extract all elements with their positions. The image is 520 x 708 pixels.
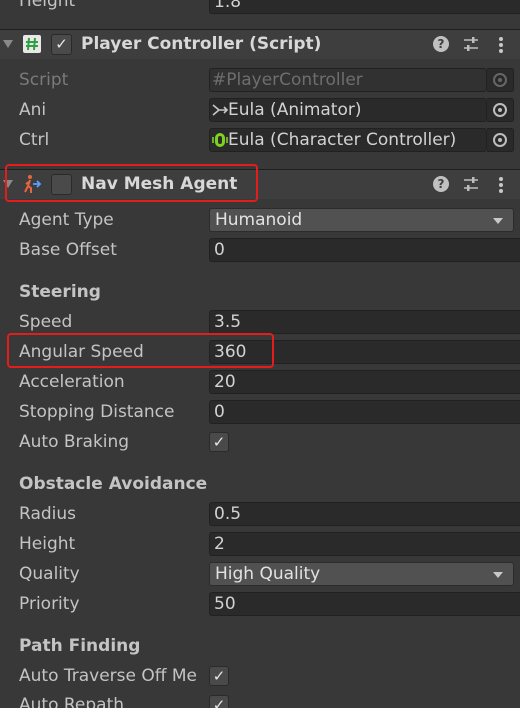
radius-field[interactable]: 0.5 [209,502,520,526]
foldout-arrow-icon[interactable] [3,180,13,188]
ctrl-object-picker[interactable] [487,128,514,152]
script-object-picker [487,68,514,92]
auto-braking-checkbox[interactable]: ✓ [209,432,229,452]
auto-repath-checkbox[interactable]: ✓ [209,695,229,708]
quality-label: Quality [19,564,80,584]
presets-sliders-icon[interactable] [463,176,479,192]
height-label: Height [19,534,76,554]
acceleration-label: Acceleration [19,372,125,392]
height-field[interactable]: 2 [209,532,520,556]
speed-label: Speed [19,312,73,332]
player-controller-enabled-checkbox[interactable]: ✓ [51,34,72,55]
quality-dropdown[interactable]: High Quality [209,562,514,586]
script-field: #PlayerController [209,68,487,92]
chevron-down-icon [493,218,503,224]
kebab-menu-icon[interactable] [494,35,508,55]
base-offset-label: Base Offset [19,240,117,260]
player-controller-header[interactable]: ✓ Player Controller (Script) ? [0,29,520,59]
character-controller-icon [212,133,228,147]
obstacle-avoidance-section-title: Obstacle Avoidance [19,474,208,494]
animator-icon [212,104,229,116]
nav-mesh-agent-enabled-checkbox[interactable] [51,174,72,195]
priority-field[interactable]: 50 [209,592,520,616]
transform-height-field[interactable]: 1.8 [209,0,520,14]
nav-mesh-agent-title: Nav Mesh Agent [81,174,238,194]
auto-traverse-checkbox[interactable]: ✓ [209,666,229,686]
steering-section-title: Steering [19,282,101,302]
auto-braking-label: Auto Braking [19,432,130,452]
ctrl-label: Ctrl [19,130,50,150]
hash-script-icon: # [212,70,227,90]
acceleration-field[interactable]: 20 [209,370,520,394]
angular-speed-label: Angular Speed [19,342,144,362]
ani-label: Ani [19,100,47,120]
nav-mesh-agent-header[interactable]: Nav Mesh Agent ? [0,169,520,199]
agent-type-label: Agent Type [19,210,114,230]
agent-type-dropdown[interactable]: Humanoid [209,208,514,232]
speed-field[interactable]: 3.5 [209,310,520,334]
object-picker-icon [493,73,507,87]
object-picker-icon [493,103,507,117]
transform-height-label: Height [19,0,76,11]
base-offset-field[interactable]: 0 [209,238,520,262]
foldout-arrow-icon[interactable] [3,40,13,48]
ani-field[interactable]: Eula (Animator) [209,98,487,122]
object-picker-icon [493,133,507,147]
radius-label: Radius [19,504,77,524]
hash-script-icon [22,34,42,54]
path-finding-section-title: Path Finding [19,636,141,656]
angular-speed-field[interactable]: 360 [209,340,520,364]
player-controller-title: Player Controller (Script) [81,34,322,54]
stopping-distance-field[interactable]: 0 [209,400,520,424]
script-label: Script [19,70,69,90]
ani-object-picker[interactable] [487,98,514,122]
help-icon[interactable]: ? [433,176,449,192]
help-icon[interactable]: ? [433,36,449,52]
stopping-distance-label: Stopping Distance [19,402,175,422]
auto-traverse-label: Auto Traverse Off Me [19,666,198,686]
priority-label: Priority [19,594,80,614]
nav-mesh-agent-icon [22,174,42,194]
ctrl-field[interactable]: Eula (Character Controller) [209,128,487,152]
kebab-menu-icon[interactable] [494,175,508,195]
presets-sliders-icon[interactable] [463,36,479,52]
chevron-down-icon [493,572,503,578]
auto-repath-label: Auto Repath [19,695,125,708]
